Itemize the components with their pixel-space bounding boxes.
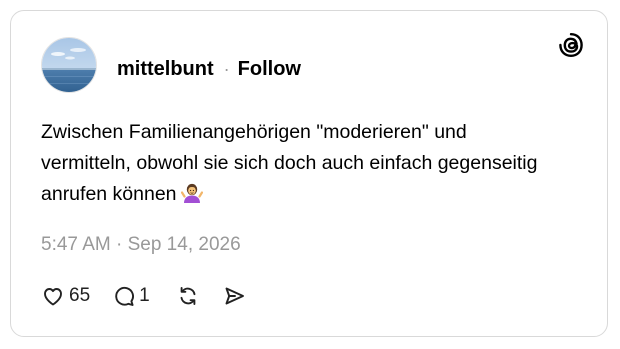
post-text-content: Zwischen Familienangehörigen "moderieren… bbox=[41, 121, 538, 205]
send-icon bbox=[222, 284, 246, 308]
username[interactable]: mittelbunt bbox=[117, 57, 214, 81]
post-text: Zwischen Familienangehörigen "moderieren… bbox=[41, 117, 561, 210]
repost-button[interactable] bbox=[176, 284, 200, 308]
like-count: 65 bbox=[69, 285, 91, 306]
person-shrugging-emoji-icon bbox=[180, 182, 203, 204]
reply-count: 1 bbox=[139, 285, 150, 306]
avatar[interactable] bbox=[41, 37, 97, 93]
comment-icon bbox=[112, 284, 136, 308]
post-card: mittelbunt · Follow Zwischen Familienang… bbox=[10, 10, 608, 337]
action-bar: 65 1 bbox=[41, 283, 246, 309]
share-button[interactable] bbox=[222, 284, 246, 308]
repost-icon bbox=[176, 284, 200, 308]
post-header: mittelbunt · Follow bbox=[117, 57, 301, 81]
post-timestamp[interactable]: 5:47 AM · Sep 14, 2026 bbox=[41, 233, 241, 257]
follow-button[interactable]: Follow bbox=[238, 57, 301, 81]
like-button[interactable]: 65 bbox=[41, 284, 90, 308]
reply-button[interactable]: 1 bbox=[112, 284, 150, 308]
separator-dot: · bbox=[223, 59, 230, 79]
threads-logo-icon[interactable] bbox=[557, 31, 585, 59]
heart-icon bbox=[41, 284, 65, 308]
